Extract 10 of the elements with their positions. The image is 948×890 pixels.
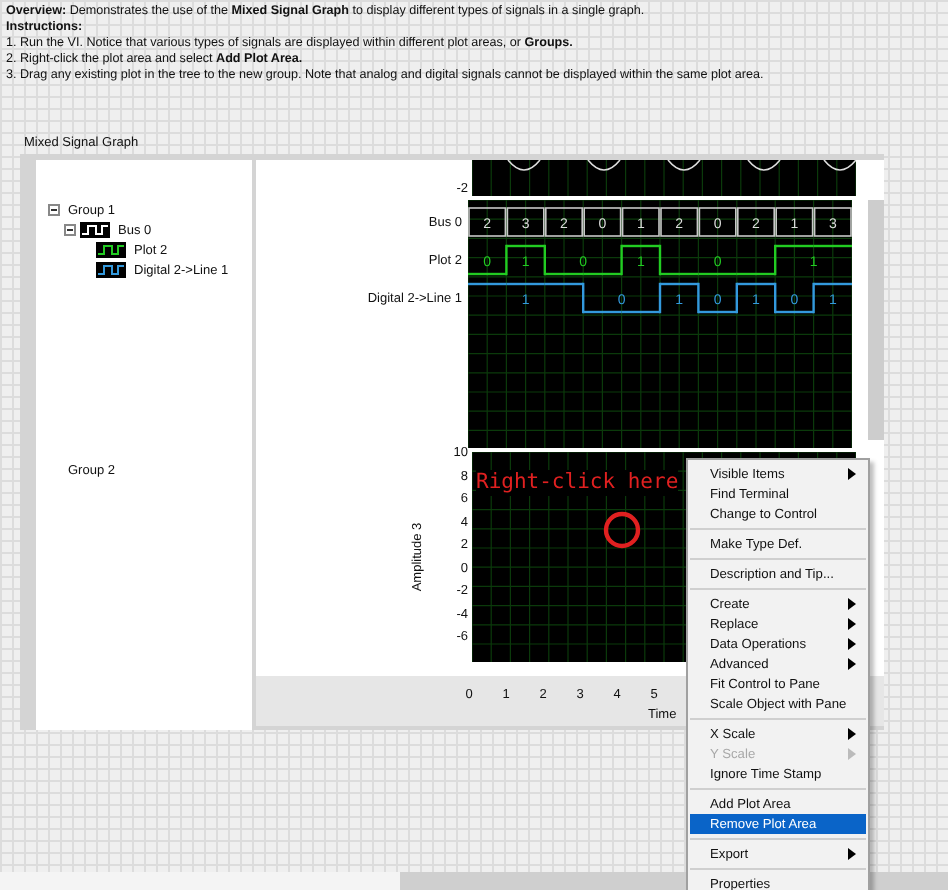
collapse-icon[interactable] bbox=[64, 224, 76, 236]
submenu-arrow-icon bbox=[848, 848, 856, 860]
waveform-icon bbox=[96, 242, 126, 258]
waveform-icon bbox=[80, 222, 110, 238]
waveform-icon bbox=[96, 262, 126, 278]
submenu-arrow-icon bbox=[848, 468, 856, 480]
annotation-text: Right-click here bbox=[476, 470, 679, 496]
scrollbar[interactable] bbox=[868, 200, 884, 440]
collapse-icon[interactable] bbox=[48, 204, 60, 216]
circle-marker bbox=[602, 510, 642, 550]
